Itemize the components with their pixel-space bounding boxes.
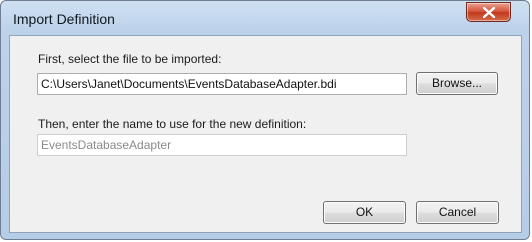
dialog-body: First, select the file to be imported: C… — [9, 35, 522, 233]
import-definition-dialog: Import Definition First, select the file… — [0, 0, 530, 240]
close-icon — [483, 7, 495, 18]
name-prompt-label: Then, enter the name to use for the new … — [38, 117, 307, 131]
ok-button[interactable]: OK — [323, 201, 406, 224]
window-title: Import Definition — [13, 11, 115, 27]
browse-button[interactable]: Browse... — [416, 72, 498, 95]
close-button[interactable] — [466, 2, 511, 22]
file-path-value: C:\Users\Janet\Documents\EventsDatabaseA… — [41, 77, 337, 91]
file-prompt-label: First, select the file to be imported: — [38, 52, 222, 66]
title-bar[interactable]: Import Definition — [1, 1, 529, 35]
definition-name-input[interactable]: EventsDatabaseAdapter — [37, 134, 407, 156]
cancel-button[interactable]: Cancel — [416, 201, 499, 224]
definition-name-value: EventsDatabaseAdapter — [41, 138, 172, 152]
file-path-input[interactable]: C:\Users\Janet\Documents\EventsDatabaseA… — [37, 73, 407, 95]
